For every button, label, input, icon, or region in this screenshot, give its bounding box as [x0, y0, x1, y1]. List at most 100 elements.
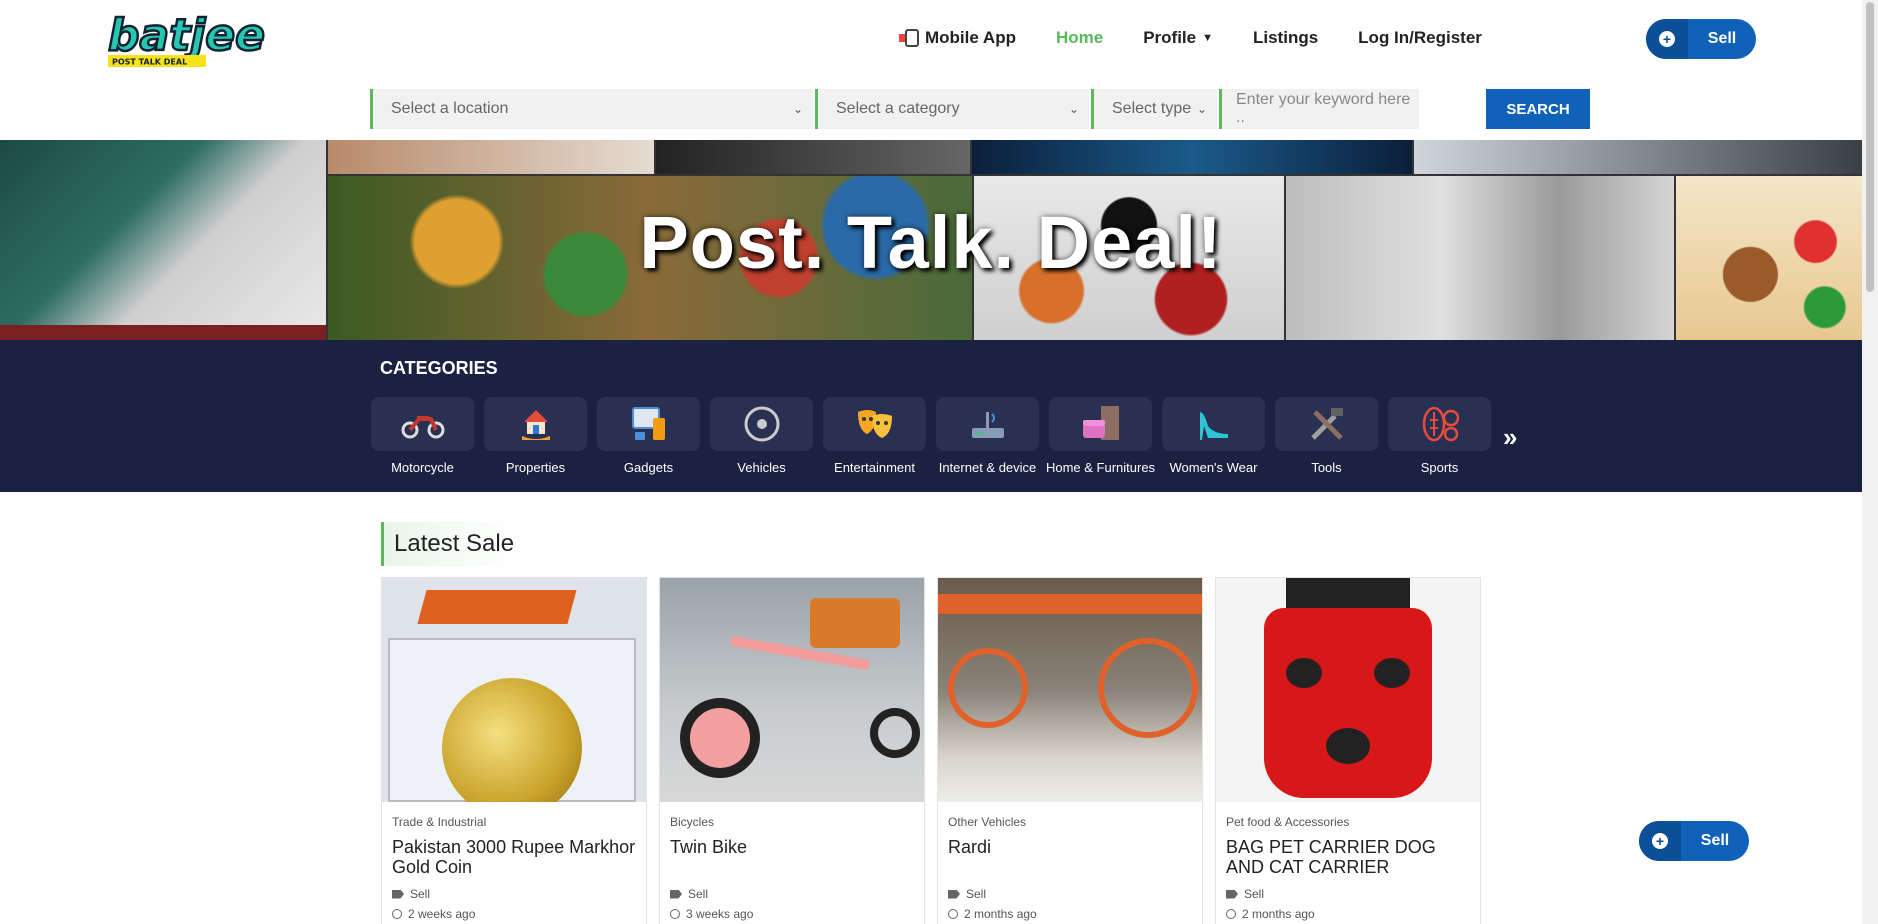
listing-type-label: Sell: [410, 887, 431, 901]
motorcycle-icon: [401, 416, 444, 439]
tag-icon: [392, 889, 404, 899]
nav-login-register-label: Log In/Register: [1358, 28, 1482, 47]
listing-category: Other Vehicles: [948, 815, 1027, 829]
category-label: Properties: [505, 460, 566, 475]
type-select[interactable]: Select type ⌄: [1091, 89, 1217, 129]
listing-type-label: Sell: [966, 887, 987, 901]
listing-title[interactable]: BAG PET CARRIER DOG AND CAT CARRIER: [1226, 837, 1470, 877]
category-womens-wear[interactable]: Women's Wear: [1162, 397, 1265, 475]
sports-balls-icon: [1422, 406, 1459, 442]
listing-type: Sell: [670, 887, 924, 901]
clock-icon: [1226, 909, 1236, 919]
nav-mobile-app-label: Mobile App: [925, 28, 1016, 47]
keyword-input-placeholder: Enter your keyword here ..: [1236, 91, 1411, 126]
clock-icon: [948, 909, 958, 919]
listing-category: Bicycles: [670, 815, 715, 829]
scrollbar-thumb[interactable]: [1866, 2, 1874, 292]
category-home-furnitures[interactable]: Home & Furnitures: [1045, 397, 1156, 475]
hero-banner: Post. Talk. Deal!: [0, 140, 1862, 340]
floating-sell-button[interactable]: + Sell: [1639, 821, 1749, 861]
chevron-down-icon: ▼: [1202, 32, 1213, 44]
hero-image-top-2: [656, 140, 970, 174]
category-label: Motorcycle: [391, 460, 454, 475]
keyword-input[interactable]: Enter your keyword here ..: [1219, 89, 1419, 129]
category-label: Internet & device: [938, 460, 1037, 475]
type-select-value: Select type: [1112, 100, 1192, 117]
categories-next-icon[interactable]: »: [1503, 422, 1517, 453]
nav-login-register[interactable]: Log In/Register: [1358, 28, 1482, 48]
category-entertainment[interactable]: Entertainment: [823, 397, 926, 475]
nav-profile-label: Profile: [1143, 28, 1197, 47]
theater-masks-icon: [857, 410, 892, 438]
hero-image-top-1: [328, 140, 654, 174]
header-sell-label: Sell: [1707, 30, 1737, 47]
listing-type: Sell: [392, 887, 646, 901]
listing-title[interactable]: Rardi: [948, 837, 1192, 877]
nav-home-label: Home: [1055, 28, 1104, 47]
location-select[interactable]: Select a location ⌄: [370, 89, 813, 129]
listing-card[interactable]: Trade & Industrial Pakistan 3000 Rupee M…: [381, 577, 647, 924]
mobile-phone-icon: [899, 29, 919, 47]
batjee-logo[interactable]: batjee POST TALK DEAL: [106, 8, 286, 70]
listing-image-twin-bike[interactable]: [660, 578, 924, 802]
tag-icon: [948, 889, 960, 899]
listings-grid: Trade & Industrial Pakistan 3000 Rupee M…: [381, 577, 1481, 924]
listing-time-label: 2 months ago: [964, 907, 1037, 921]
category-label: Vehicles: [737, 460, 786, 475]
listing-card[interactable]: Bicycles Twin Bike Sell 3 weeks ago: [659, 577, 925, 924]
listing-card[interactable]: Pet food & Accessories BAG PET CARRIER D…: [1215, 577, 1481, 924]
nav-listings-label: Listings: [1253, 28, 1319, 47]
categories-section: CATEGORIES Motorcycle Properties Gadgets…: [0, 340, 1862, 492]
hero-image-top-4: [1414, 140, 1862, 174]
nav-profile[interactable]: Profile ▼: [1143, 28, 1213, 48]
category-sports[interactable]: Sports: [1388, 397, 1491, 475]
router-icon: [971, 412, 1004, 438]
listing-time-label: 2 months ago: [1242, 907, 1315, 921]
category-label: Gadgets: [623, 460, 674, 475]
listing-category: Trade & Industrial: [392, 815, 487, 829]
category-label: Home & Furnitures: [1045, 460, 1156, 475]
listing-card[interactable]: Other Vehicles Rardi Sell 2 months ago: [937, 577, 1203, 924]
listing-title[interactable]: Twin Bike: [670, 837, 914, 877]
tag-icon: [1226, 889, 1238, 899]
listing-time: 2 months ago: [948, 907, 1202, 921]
chevron-down-icon: ⌄: [792, 102, 803, 116]
category-tools[interactable]: Tools: [1275, 397, 1378, 475]
nav-listings[interactable]: Listings: [1253, 28, 1318, 48]
hero-title: Post. Talk. Deal!: [639, 201, 1223, 284]
clock-icon: [392, 909, 402, 919]
latest-sale-heading: Latest Sale: [381, 522, 517, 566]
listing-image-pet-carrier[interactable]: [1216, 578, 1480, 802]
nav-mobile-app[interactable]: Mobile App: [899, 28, 1016, 48]
house-icon: [521, 410, 550, 440]
categories-row: Motorcycle Properties Gadgets Vehicles E…: [371, 397, 1491, 475]
category-motorcycle[interactable]: Motorcycle: [371, 397, 474, 475]
category-select[interactable]: Select a category ⌄: [815, 89, 1089, 129]
category-label: Women's Wear: [1169, 460, 1258, 475]
page-scrollbar[interactable]: [1862, 0, 1878, 924]
listing-time-label: 3 weeks ago: [686, 907, 754, 921]
header-sell-button[interactable]: + Sell: [1646, 19, 1756, 59]
nav-home[interactable]: Home: [1056, 28, 1103, 48]
listing-image-rardi[interactable]: [938, 578, 1202, 802]
category-label: Sports: [1420, 460, 1459, 475]
hero-image-top-3: [972, 140, 1412, 174]
svg-text:POST TALK DEAL: POST TALK DEAL: [112, 58, 187, 67]
search-button[interactable]: SEARCH: [1486, 89, 1590, 129]
category-gadgets[interactable]: Gadgets: [597, 397, 700, 475]
listing-title[interactable]: Pakistan 3000 Rupee Markhor Gold Coin: [392, 837, 636, 877]
location-select-value: Select a location: [391, 100, 509, 117]
clock-icon: [670, 909, 680, 919]
main-nav: Mobile App Home Profile ▼ Listings Log I…: [899, 28, 1482, 48]
category-vehicles[interactable]: Vehicles: [710, 397, 813, 475]
listing-image-gold-coin[interactable]: [382, 578, 646, 802]
search-bar: Select a location ⌄ Select a category ⌄ …: [370, 89, 1419, 129]
listing-category: Pet food & Accessories: [1226, 815, 1350, 829]
high-heel-icon: [1199, 412, 1228, 440]
category-label: Entertainment: [834, 460, 915, 475]
listing-type-label: Sell: [1244, 887, 1265, 901]
categories-heading: CATEGORIES: [380, 358, 498, 378]
chevron-down-icon: ⌄: [1196, 102, 1207, 116]
category-internet-device[interactable]: Internet & device: [936, 397, 1039, 475]
category-properties[interactable]: Properties: [484, 397, 587, 475]
